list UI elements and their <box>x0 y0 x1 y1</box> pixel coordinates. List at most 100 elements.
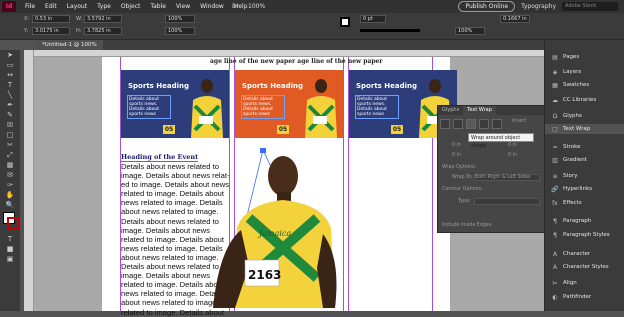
h-label: H: <box>76 28 82 34</box>
menu-view[interactable]: View <box>171 3 195 10</box>
panel-item-character[interactable]: A Character <box>551 249 624 259</box>
horizontal-ruler[interactable] <box>24 50 544 57</box>
contour-type-select[interactable] <box>474 198 540 205</box>
glyphs-icon: Ω <box>552 112 558 120</box>
wrap-to-label: Wrap To: <box>452 175 473 180</box>
sports-card[interactable]: Sports Heading Details about sports news… <box>121 70 229 138</box>
type-tool-icon[interactable]: T <box>0 80 20 90</box>
y-field[interactable]: 3.0175 in <box>32 27 70 35</box>
rectangle-tool-icon[interactable]: □ <box>0 130 20 140</box>
menu-edit[interactable]: Edit <box>40 3 62 10</box>
offset-top-field[interactable]: 0 in <box>452 143 461 148</box>
zoom-level[interactable]: 100% <box>248 3 265 10</box>
menu-layout[interactable]: Layout <box>62 3 92 10</box>
story-icon: ≡ <box>552 172 558 180</box>
document-tab[interactable]: *Untitled-1 @ 100% <box>36 40 103 50</box>
panel-item-align[interactable]: ⊨ Align <box>551 278 624 288</box>
panel-item-effects[interactable]: fx Effects <box>551 198 624 208</box>
stroke-weight-field[interactable]: 0 pt <box>360 15 386 23</box>
w-field[interactable]: 3.5792 in <box>84 15 122 23</box>
rectangle-frame-tool-icon[interactable]: ☒ <box>0 120 20 130</box>
panel-item-label: Pages <box>563 54 580 60</box>
tab-text-wrap[interactable]: Text Wrap <box>463 106 496 115</box>
wrap-object-shape-icon[interactable] <box>466 119 476 129</box>
panel-item-gradient[interactable]: ▥ Gradient <box>551 155 624 165</box>
card-number: 05 <box>277 125 289 134</box>
transform-tool-icon[interactable]: ⤢ <box>0 150 20 160</box>
panel-item-hyperlinks[interactable]: 🔗 Hyperlinks <box>551 184 624 194</box>
scale-y-field[interactable]: 100% <box>165 27 195 35</box>
scale-x-field[interactable]: 100% <box>165 15 195 23</box>
offset-bottom-field[interactable]: 0 in <box>452 153 461 158</box>
menu-file[interactable]: File <box>20 3 40 10</box>
offset-right-field[interactable]: 0 in <box>508 153 517 158</box>
fill-swatch[interactable] <box>340 17 350 27</box>
page-top-line[interactable]: age line of the new paper age line of th… <box>210 58 383 65</box>
panel-item-cc-libraries[interactable]: ☁ CC Libraries <box>551 95 624 105</box>
vertical-ruler[interactable] <box>24 50 34 311</box>
panel-item-pathfinder[interactable]: ◐ Pathfinder <box>551 292 624 302</box>
fill-stroke-icon[interactable] <box>0 210 20 234</box>
gap-field[interactable]: 0.1667 in <box>500 15 530 23</box>
page-tool-icon[interactable]: ▭ <box>0 60 20 70</box>
card-number: 05 <box>391 125 403 134</box>
apply-color-icon[interactable]: ■ <box>0 244 20 254</box>
workspace-switcher[interactable]: Typography <box>521 3 556 10</box>
hand-tool-icon[interactable]: ✋ <box>0 190 20 200</box>
stroke-type-preview[interactable] <box>360 29 420 32</box>
panel-item-glyphs[interactable]: Ω Glyphs <box>551 111 624 121</box>
menu-object[interactable]: Object <box>116 3 146 10</box>
panel-item-paragraph-styles[interactable]: ¶ Paragraph Styles <box>551 230 624 240</box>
panel-item-story[interactable]: ≡ Story <box>551 171 624 181</box>
eyedropper-tool-icon[interactable]: ✑ <box>0 180 20 190</box>
pen-tool-icon[interactable]: ✒ <box>0 100 20 110</box>
runner-image <box>305 79 337 138</box>
opacity-field[interactable]: 100% <box>455 27 485 35</box>
bridge-icon[interactable]: Br <box>232 3 239 10</box>
menu-window[interactable]: Window <box>195 3 229 10</box>
publish-online-button[interactable]: Publish Online <box>458 1 516 12</box>
menu-table[interactable]: Table <box>145 3 171 10</box>
wrap-bounding-box-icon[interactable] <box>453 119 463 129</box>
invert-checkbox[interactable]: Invert <box>512 119 526 124</box>
sports-card[interactable]: Sports Heading Details about sports news… <box>235 70 343 138</box>
libraries-icon: ☁ <box>552 96 558 104</box>
wrap-to-select[interactable]: Both Right & Left Sides <box>474 174 540 181</box>
gap-tool-icon[interactable]: ↔ <box>0 70 20 80</box>
contour-options-label: Contour Options: <box>442 187 483 192</box>
jump-object-icon[interactable] <box>479 119 489 129</box>
gradient-tool-icon[interactable]: ▦ <box>0 160 20 170</box>
card-heading: Sports Heading <box>356 82 417 90</box>
h-field[interactable]: 3.7825 in <box>84 27 122 35</box>
event-heading[interactable]: Heading of the Event <box>121 153 199 162</box>
x-field[interactable]: 0.53 in <box>32 15 70 23</box>
offset-left-field[interactable]: 0 in <box>508 143 517 148</box>
note-tool-icon[interactable]: ✉ <box>0 170 20 180</box>
effects-icon: fx <box>552 199 558 207</box>
panel-item-paragraph[interactable]: ¶ Paragraph <box>551 216 624 226</box>
panel-item-stroke[interactable]: ═ Stroke <box>551 142 624 152</box>
menu-type[interactable]: Type <box>92 3 116 10</box>
selection-tool-icon[interactable]: ➤ <box>0 50 20 60</box>
panel-item-pages[interactable]: ▤ Pages <box>551 52 624 62</box>
scissors-tool-icon[interactable]: ✂ <box>0 140 20 150</box>
tab-glyphs[interactable]: Glyphs <box>438 106 463 115</box>
layers-icon: ◈ <box>552 68 558 76</box>
athlete-image[interactable]: Jamaica 2163 <box>205 148 345 308</box>
line-tool-icon[interactable]: ╲ <box>0 90 20 100</box>
screen-mode-icon[interactable]: ▣ <box>0 254 20 264</box>
panel-item-text-wrap[interactable]: ▢ Text Wrap <box>545 124 624 134</box>
no-wrap-icon[interactable] <box>440 119 450 129</box>
pencil-tool-icon[interactable]: ✎ <box>0 110 20 120</box>
include-inside-edges-checkbox[interactable]: Include Inside Edges <box>442 223 491 228</box>
panel-item-swatches[interactable]: ▦ Swatches <box>551 80 624 90</box>
jump-next-column-icon[interactable] <box>492 119 502 129</box>
formatting-icon[interactable]: T <box>0 234 20 244</box>
menu-bar: Id File Edit Layout Type Object Table Vi… <box>0 0 624 13</box>
search-input[interactable]: Adobe Stock <box>562 2 618 11</box>
panel-item-layers[interactable]: ◈ Layers <box>551 67 624 77</box>
tools-panel: ➤ ▭ ↔ T ╲ ✒ ✎ ☒ □ ✂ ⤢ ▦ ✉ ✑ ✋ 🔍 T ■ ▣ <box>0 50 20 311</box>
zoom-tool-icon[interactable]: 🔍 <box>0 200 20 210</box>
panel-item-character-styles[interactable]: A Character Styles <box>551 262 624 272</box>
paragraph-icon: ¶ <box>553 217 557 225</box>
